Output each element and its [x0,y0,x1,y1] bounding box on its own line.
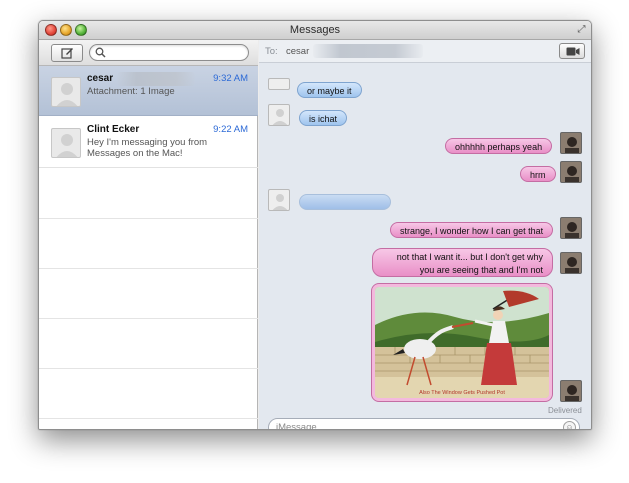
search-field[interactable] [89,44,249,61]
compose-button[interactable] [51,44,83,62]
conversation-preview: Hey I'm messaging you from Messages on t… [87,137,208,159]
message-bubble-incoming-blurred [299,194,391,210]
list-divider [39,218,258,219]
my-avatar [560,380,582,402]
emoji-icon[interactable]: ☺ [563,421,576,429]
list-divider [39,368,258,369]
user-photo-icon [561,133,581,153]
sidebar: cesar 9:32 AM Attachment: 1 Image Clint … [39,40,258,429]
conversation-item-clint-ecker[interactable]: Clint Ecker 9:22 AM Hey I'm messaging yo… [39,117,258,168]
title-bar: Messages ⤢ [39,21,591,40]
contact-avatar [268,189,290,211]
image-attachment[interactable]: Also The Window Gets Pushed Pot [371,283,553,402]
user-photo-icon [561,381,581,401]
message-bubble-outgoing: hrm [520,166,556,182]
sidebar-toolbar [39,40,258,66]
message-bubble-outgoing: not that I want it... but I don't get wh… [372,248,553,277]
to-label: To: [265,46,278,57]
my-avatar [560,252,582,274]
redacted-blur [313,44,423,58]
recipient-name[interactable]: cesar [286,46,309,57]
avatar [51,128,81,158]
avatar [51,77,81,107]
contact-avatar [268,78,290,90]
conversation-time: 9:32 AM [213,73,248,84]
user-photo-icon [561,218,581,238]
search-icon [95,47,106,58]
user-photo-icon [561,253,581,273]
conversation-pane: To: cesar or maybe it is ichat ohhhhh pe… [259,40,591,429]
conversation-name: cesar [87,73,114,84]
contact-avatar [268,104,290,126]
user-photo-icon [561,162,581,182]
recipient-bar: To: cesar [259,40,591,63]
conversation-time: 9:22 AM [213,124,248,135]
list-divider [39,318,258,319]
my-avatar [560,217,582,239]
imessage-input[interactable]: iMessage [268,418,580,429]
window-title: Messages [289,24,341,36]
image-caption: Also The Window Gets Pushed Pot [419,390,505,396]
list-divider [39,418,258,419]
compose-icon [61,48,73,59]
message-input-bar: iMessage ☺ [259,417,591,429]
conversation-item-cesar[interactable]: cesar 9:32 AM Attachment: 1 Image [39,66,258,116]
person-silhouette-icon [272,194,288,210]
video-call-button[interactable] [559,43,585,59]
my-avatar [560,161,582,183]
list-divider [39,268,258,269]
video-camera-icon [566,47,580,56]
message-bubble-outgoing: ohhhhh perhaps yeah [445,138,553,154]
redacted-blur [117,72,195,86]
fullscreen-icon[interactable]: ⤢ [576,24,587,35]
messages-window: Messages ⤢ cesar 9:32 AM Attachment: 1 I… [38,20,592,430]
message-bubble-incoming: or maybe it [297,82,362,98]
vintage-postcard-image: Also The Window Gets Pushed Pot [375,287,549,398]
my-avatar [560,132,582,154]
postcard-illustration [375,287,549,398]
conversation-name: Clint Ecker [87,124,140,135]
message-bubble-outgoing: strange, I wonder how I can get that [390,222,554,238]
person-silhouette-icon [56,83,78,106]
person-silhouette-icon [272,109,288,125]
person-silhouette-icon [56,134,78,157]
delivery-status: Delivered [548,406,582,415]
message-bubble-incoming: is ichat [299,110,348,126]
conversation-preview: Attachment: 1 Image [87,86,175,97]
